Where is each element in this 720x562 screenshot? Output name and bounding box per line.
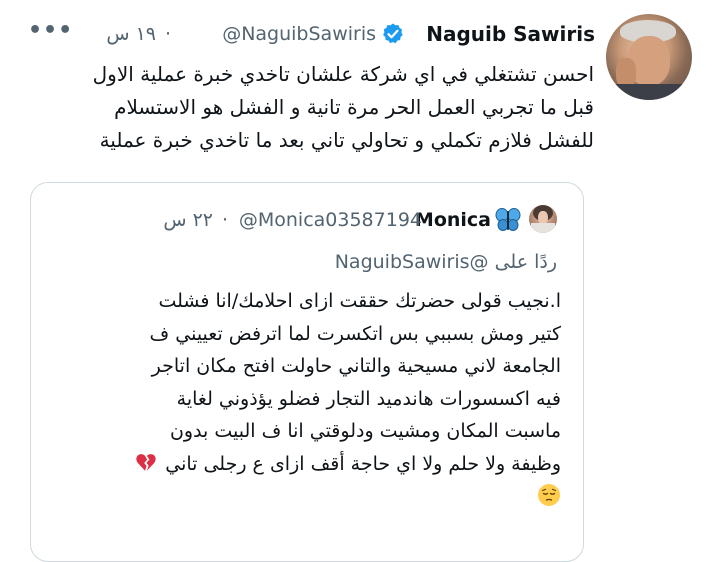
quoted-author-avatar[interactable] xyxy=(529,205,557,233)
quoted-tweet-card[interactable]: Monica @Monica03587194 · ٢٢ س ردًا على @… xyxy=(30,182,584,562)
author-avatar[interactable] xyxy=(606,14,692,100)
butterfly-emoji xyxy=(495,208,521,231)
header-separator: · xyxy=(164,23,171,45)
replying-to-line: ردًا على @NaguibSawiris xyxy=(335,251,557,273)
quoted-emoji-line xyxy=(49,480,561,513)
quoted-text-line-with-emoji: وظيفة ولا حلم ولا اي حاجة أقف ازاى ع رجل… xyxy=(49,448,561,481)
quoted-tweet-timestamp[interactable]: ٢٢ س xyxy=(163,207,213,233)
tweet-text-line: للفشل فلازم تكملي و تحاولي تاني بعد ما ت… xyxy=(99,128,594,152)
replying-to-label: ردًا على xyxy=(494,251,557,273)
author-name[interactable]: Naguib Sawiris xyxy=(426,20,595,48)
quoted-text-line: ا.نجيب قولى حضرتك حققت ازاى احلامك/انا ف… xyxy=(158,290,561,312)
tweet-timestamp[interactable]: ١٩ س xyxy=(106,20,156,48)
quoted-tweet-text: ا.نجيب قولى حضرتك حققت ازاى احلامك/انا ف… xyxy=(49,285,561,513)
broken-heart-emoji xyxy=(136,453,156,471)
author-handle[interactable]: @NaguibSawiris xyxy=(222,20,376,48)
pensive-face-emoji xyxy=(538,484,560,506)
quoted-text-line: الجامعة لاني مسيحية والتاني حاولت افتح م… xyxy=(151,355,561,377)
tweet-text: احسن تشتغلي في اي شركة علشان تاخدي خبرة … xyxy=(16,58,594,157)
more-options-icon[interactable]: ••• xyxy=(28,18,73,43)
tweet-text-line: احسن تشتغلي في اي شركة علشان تاخدي خبرة … xyxy=(92,62,594,86)
quoted-text-line: كتير ومش بسببي بس اتكسرت لما اترفض تعيين… xyxy=(149,322,561,345)
quoted-author-handle[interactable]: @Monica03587194 xyxy=(239,207,422,233)
quoted-author-name[interactable]: Monica xyxy=(415,207,491,233)
quoted-header-separator: · xyxy=(221,209,228,231)
tweet-text-line: قبل ما تجربي العمل الحر مرة تانية و الفش… xyxy=(114,95,594,119)
replying-to-handle[interactable]: @NaguibSawiris xyxy=(335,251,489,273)
quoted-text-line: فيه اكسسورات هاندميد التجار فضلو يؤذوني … xyxy=(176,387,561,410)
verified-badge-icon xyxy=(383,23,403,44)
quoted-text-line: وظيفة ولا حلم ولا اي حاجة أقف ازاى ع رجل… xyxy=(165,452,561,475)
quoted-text-line: ماسبت المكان ومشيت ودلوقتي انا ف البيت ب… xyxy=(169,420,561,442)
